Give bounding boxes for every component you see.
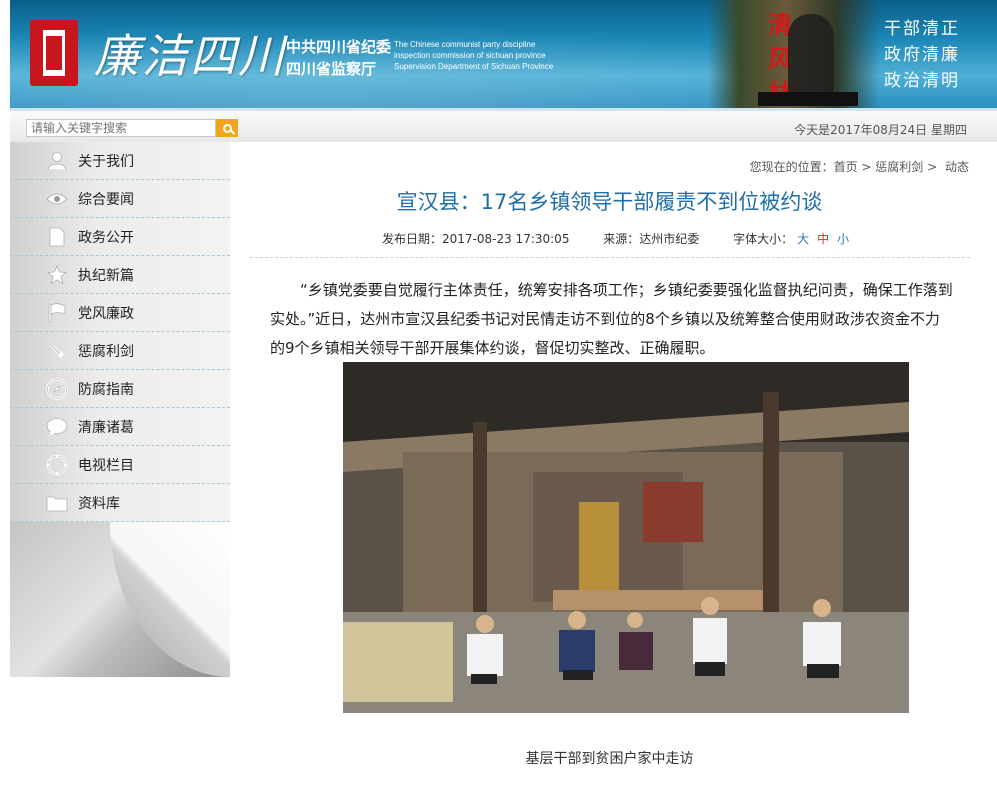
search-button[interactable]	[216, 119, 238, 137]
org-line-2: 四川省监察厅	[286, 60, 377, 78]
chat-icon	[46, 416, 68, 438]
breadcrumb-separator: >	[857, 160, 876, 174]
sidebar-item-library[interactable]: 资料库	[10, 484, 230, 522]
publish-date: 发布日期：2017-08-23 17:30:05	[382, 232, 570, 246]
photo-caption: 基层干部到贫困户家中走访	[525, 751, 694, 767]
sidebar-item-sword[interactable]: 惩腐利剑	[10, 332, 230, 370]
sidebar-item-label: 防腐指南	[78, 381, 134, 398]
article-source: 来源：达州市纪委	[603, 232, 700, 246]
sidebar-item-label: 资料库	[78, 495, 120, 512]
search-input[interactable]	[26, 119, 216, 137]
document-icon	[46, 226, 68, 248]
sidebar-item-label: 党风廉政	[78, 305, 134, 322]
sidebar-item-gov[interactable]: 政务公开	[10, 218, 230, 256]
star-icon	[46, 264, 68, 286]
sidebar-item-tv[interactable]: 电视栏目	[10, 446, 230, 484]
font-size-label: 字体大小：	[733, 232, 794, 246]
sidebar-item-party[interactable]: 党风廉政	[10, 294, 230, 332]
current-date: 今天是2017年08月24日 星期四	[794, 123, 967, 137]
font-size-large[interactable]: 大	[797, 232, 809, 246]
sidebar-item-label: 综合要闻	[78, 191, 134, 208]
header-banner: 廉洁四川 中共四川省纪委 四川省监察厅 The Chinese communis…	[10, 0, 997, 108]
org-name-en: The Chinese communist party discipline i…	[394, 39, 553, 72]
article-title: 宣汉县：17名乡镇领导干部履责不到位被约谈	[396, 190, 823, 214]
article-meta: 发布日期：2017-08-23 17:30:05 来源：达州市纪委 字体大小：大…	[382, 230, 853, 247]
sidebar-item-label: 惩腐利剑	[78, 343, 134, 360]
flag-icon	[46, 302, 68, 324]
user-icon	[46, 150, 68, 172]
slogan: 干部清正	[884, 19, 960, 39]
sidebar-item-discipline[interactable]: 执纪新篇	[10, 256, 230, 294]
page-curl-decoration	[10, 522, 230, 677]
search-icon	[222, 123, 232, 133]
font-size-small[interactable]: 小	[837, 232, 849, 246]
sidebar-item-label: 清廉诸葛	[78, 419, 134, 436]
org-en-line-3: Supervision Department of Sichuan Provin…	[394, 62, 554, 71]
eye-icon	[46, 188, 68, 210]
compass-icon	[46, 377, 68, 400]
statue-image: 清风林	[708, 0, 880, 108]
sidebar-item-news[interactable]: 综合要闻	[10, 180, 230, 218]
font-size-medium[interactable]: 中	[817, 232, 829, 246]
search-bar: 今天是2017年08月24日 星期四	[10, 108, 997, 142]
sidebar-item-label: 执纪新篇	[78, 267, 134, 284]
org-line-1: 中共四川省纪委	[286, 38, 392, 56]
sword-icon	[46, 340, 68, 362]
breadcrumb-home[interactable]: 首页	[834, 160, 858, 174]
slogan: 政治清明	[884, 71, 960, 91]
sidebar-item-label: 电视栏目	[78, 457, 134, 474]
article: 您现在的位置：首页 > 惩腐利剑 > 动态 宣汉县：17名乡镇领导干部履责不到位…	[230, 142, 989, 786]
breadcrumb-section[interactable]: 惩腐利剑	[875, 160, 923, 174]
divider	[250, 257, 970, 258]
slogan: 政府清廉	[884, 45, 960, 65]
org-name: 中共四川省纪委 四川省监察厅	[286, 36, 391, 80]
sidebar-item-label: 政务公开	[78, 229, 134, 246]
breadcrumb-current: 动态	[944, 160, 969, 174]
sidebar-item-label: 关于我们	[78, 153, 134, 170]
slogans: 干部清正 政府清廉 政治清明	[884, 16, 960, 94]
org-en-line-1: The Chinese communist party discipline	[394, 40, 536, 49]
article-photo	[343, 362, 909, 713]
circle-icon	[46, 454, 68, 476]
sidebar-item-guide[interactable]: 防腐指南	[10, 370, 230, 408]
article-paragraph: “乡镇党委要自觉履行主体责任，统筹安排各项工作；乡镇纪委要强化监督执纪问责，确保…	[270, 281, 953, 357]
sidebar-item-about[interactable]: 关于我们	[10, 142, 230, 180]
breadcrumb: 您现在的位置：首页 > 惩腐利剑 > 动态	[750, 158, 969, 175]
folder-icon	[46, 492, 68, 514]
org-en-line-2: inspection commission of sichuan provinc…	[394, 51, 546, 60]
sidebar-item-zhuge[interactable]: 清廉诸葛	[10, 408, 230, 446]
site-brand: 廉洁四川	[94, 29, 286, 83]
breadcrumb-separator: >	[923, 160, 941, 174]
seal-logo	[30, 20, 78, 86]
sidebar: 关于我们 综合要闻 政务公开 执纪新篇 党风廉政 惩腐利剑 防腐指南 清廉诸葛 …	[10, 142, 230, 677]
breadcrumb-prefix: 您现在的位置：	[749, 160, 834, 174]
